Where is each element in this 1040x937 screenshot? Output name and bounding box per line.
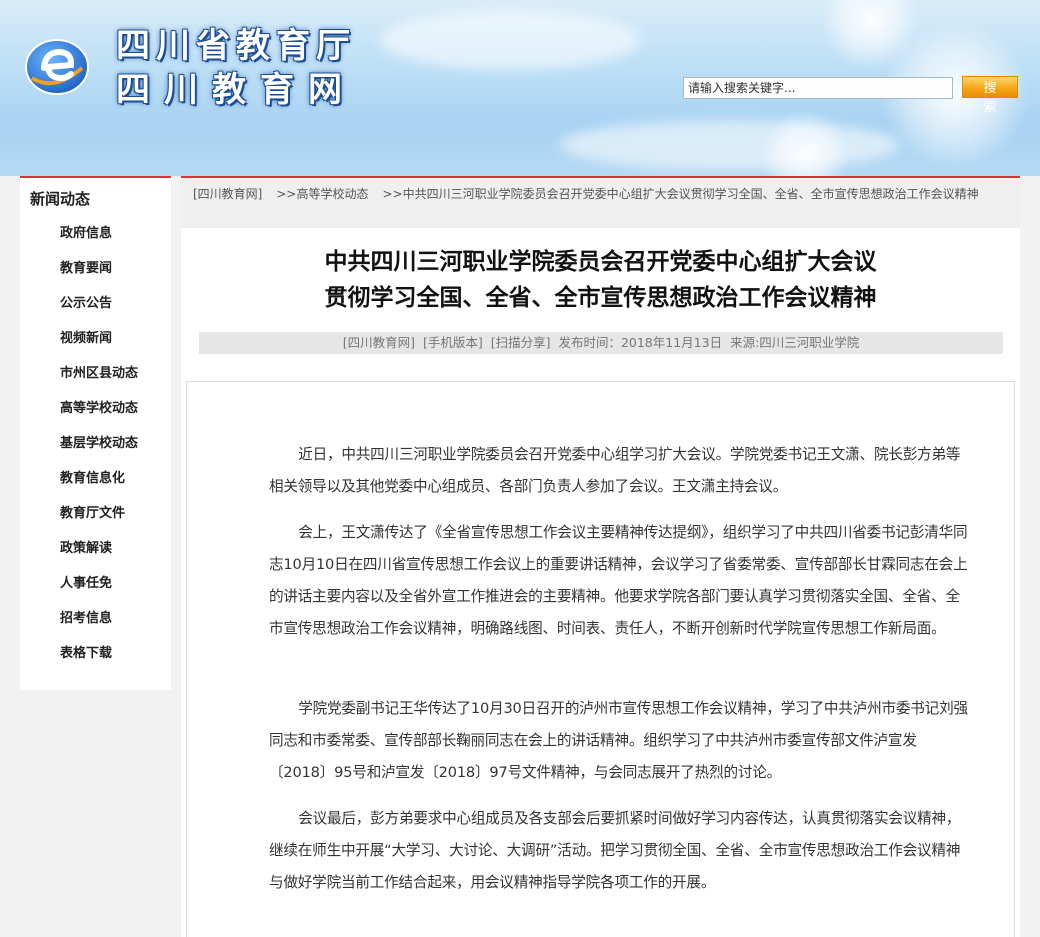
article-paragraph: 会上，王文潇传达了《全省宣传思想工作会议主要精神传达提纲》，组织学习了中共四川省… [269,524,968,637]
logo-line-2: 四川教育网 [116,70,356,110]
breadcrumb: [四川教育网] >>高等学校动态 >>中共四川三河职业学院委员会召开党委中心组扩大会… [181,178,1020,228]
article-title: 中共四川三河职业学院委员会召开党委中心组扩大会议 贯彻学习全国、全省、全市宣传思… [181,244,1020,316]
site-header: 四川省教育厅 四川教育网 搜 索 [0,0,1040,176]
article-title-line-1: 中共四川三河职业学院委员会召开党委中心组扩大会议 [324,249,877,275]
article-paragraph: 学院党委副书记王华传达了10月30日召开的泸州市宣传思想工作会议精神，学习了中共… [269,700,968,781]
meta-source: 来源:四川三河职业学院 [730,335,860,350]
article-paragraph: 会议最后，彭方弟要求中心组成员及各支部会后要抓紧时间做好学习内容传达，认真贯彻落… [269,810,961,891]
e-logo-icon[interactable] [24,38,90,96]
sidebar: 新闻动态 政府信息 教育要闻 公示公告 视频新闻 市州区县动态 高等学校动态 基… [20,176,171,690]
meta-qr-share-link[interactable]: [扫描分享] [491,335,551,350]
logo-line-1: 四川省教育厅 [116,26,356,66]
sidebar-item-government-info[interactable]: 政府信息 [20,216,171,251]
search-input[interactable] [683,77,953,99]
sidebar-item-exam-info[interactable]: 招考信息 [20,601,171,636]
sidebar-item-higher-education-news[interactable]: 高等学校动态 [20,391,171,426]
search-button[interactable]: 搜 索 [962,76,1018,115]
meta-site-link[interactable]: [四川教育网] [343,335,415,350]
article-body: 近日，中共四川三河职业学院委员会召开党委中心组学习扩大会议。学院党委书记王文潇、… [186,381,1015,937]
meta-publish-time: 发布时间：2018年11月13日 [558,335,723,350]
breadcrumb-current[interactable]: >>中共四川三河职业学院委员会召开党委中心组扩大会议贯彻学习全国、全省、全市宣传… [383,187,979,201]
decor-cloud [380,10,640,70]
sidebar-item-announcements[interactable]: 公示公告 [20,286,171,321]
sidebar-item-video-news[interactable]: 视频新闻 [20,321,171,356]
sidebar-item-policy-interpretation[interactable]: 政策解读 [20,531,171,566]
sidebar-item-department-documents[interactable]: 教育厅文件 [20,496,171,531]
sidebar-item-education-informatization[interactable]: 教育信息化 [20,461,171,496]
breadcrumb-home-link[interactable]: [四川教育网] [193,187,262,201]
meta-mobile-link[interactable]: [手机版本] [423,335,483,350]
sidebar-item-basic-school-news[interactable]: 基层学校动态 [20,426,171,461]
main-content: [四川教育网] >>高等学校动态 >>中共四川三河职业学院委员会召开党委中心组扩大会… [181,176,1020,937]
article-paragraph: 近日，中共四川三河职业学院委员会召开党委中心组学习扩大会议。学院党委书记王文潇、… [269,446,961,495]
sidebar-item-form-downloads[interactable]: 表格下载 [20,636,171,671]
sidebar-menu: 政府信息 教育要闻 公示公告 视频新闻 市州区县动态 高等学校动态 基层学校动态… [20,216,171,671]
site-logo-text[interactable]: 四川省教育厅 四川教育网 [116,24,356,112]
sidebar-item-education-news[interactable]: 教育要闻 [20,251,171,286]
sidebar-title: 新闻动态 [30,190,91,208]
breadcrumb-section-link[interactable]: >>高等学校动态 [276,187,368,201]
article-title-line-2: 贯彻学习全国、全省、全市宣传思想政治工作会议精神 [324,285,877,311]
article-meta: [四川教育网] [手机版本] [扫描分享] 发布时间：2018年11月13日 来… [199,332,1003,354]
sidebar-item-personnel-appointments[interactable]: 人事任免 [20,566,171,601]
sidebar-item-city-county-news[interactable]: 市州区县动态 [20,356,171,391]
